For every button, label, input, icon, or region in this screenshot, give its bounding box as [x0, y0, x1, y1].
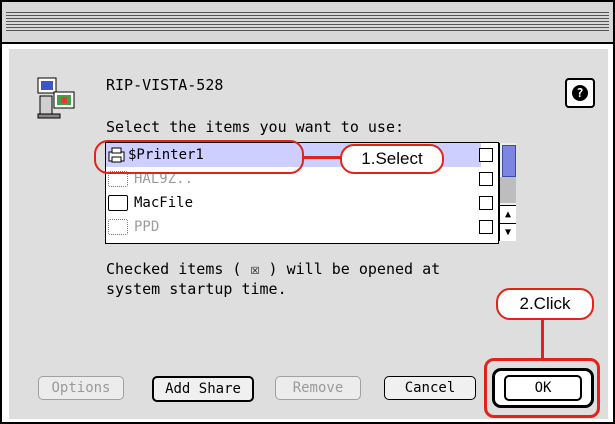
list-scrollbar[interactable]: ▲ ▼	[499, 143, 516, 241]
item-checkbox[interactable]	[479, 148, 493, 162]
scroll-thumb[interactable]	[502, 145, 516, 177]
remove-button[interactable]: Remove	[275, 376, 361, 400]
help-glyph: ?	[572, 85, 588, 101]
add-share-button[interactable]: Add Share	[152, 376, 254, 402]
annotation-step1: 1.Select	[340, 144, 444, 174]
server-icon	[36, 76, 78, 120]
folder-icon	[108, 195, 128, 211]
callout-connector-2	[541, 318, 544, 358]
scroll-down-arrow-icon[interactable]: ▼	[500, 223, 516, 241]
help-button[interactable]: ?	[565, 78, 595, 108]
scroll-track[interactable]	[500, 177, 516, 203]
ok-highlight-outline	[484, 358, 600, 418]
checked-note-line1: Checked items ( ☒ ) will be opened at	[106, 260, 441, 278]
window-title: RIP-VISTA-528	[106, 76, 224, 94]
scroll-up-arrow-icon[interactable]: ▲	[500, 205, 516, 223]
callout-connector-1	[302, 156, 342, 159]
item-checkbox[interactable]	[479, 220, 493, 234]
title-bar[interactable]	[2, 2, 613, 44]
cancel-button[interactable]: Cancel	[384, 376, 476, 400]
dialog-window: RIP-VISTA-528 ? Select the items you wan…	[0, 0, 615, 424]
annotation-step2: 2.Click	[496, 288, 594, 320]
checked-note-line2: system startup time.	[106, 280, 287, 298]
title-bar-stripes	[6, 12, 609, 32]
instruction-label: Select the items you want to use:	[106, 118, 405, 136]
item-checkbox[interactable]	[479, 196, 493, 210]
item-checkbox[interactable]	[479, 172, 493, 186]
options-button[interactable]: Options	[38, 376, 124, 400]
list-item-macfile[interactable]: MacFile	[106, 191, 493, 215]
list-item-label: PPD	[134, 219, 160, 235]
list-item-label: MacFile	[134, 195, 194, 211]
list-item-ppd[interactable]: PPD	[106, 215, 493, 239]
selection-highlight-outline	[94, 140, 304, 174]
folder-dim-icon	[108, 219, 128, 235]
